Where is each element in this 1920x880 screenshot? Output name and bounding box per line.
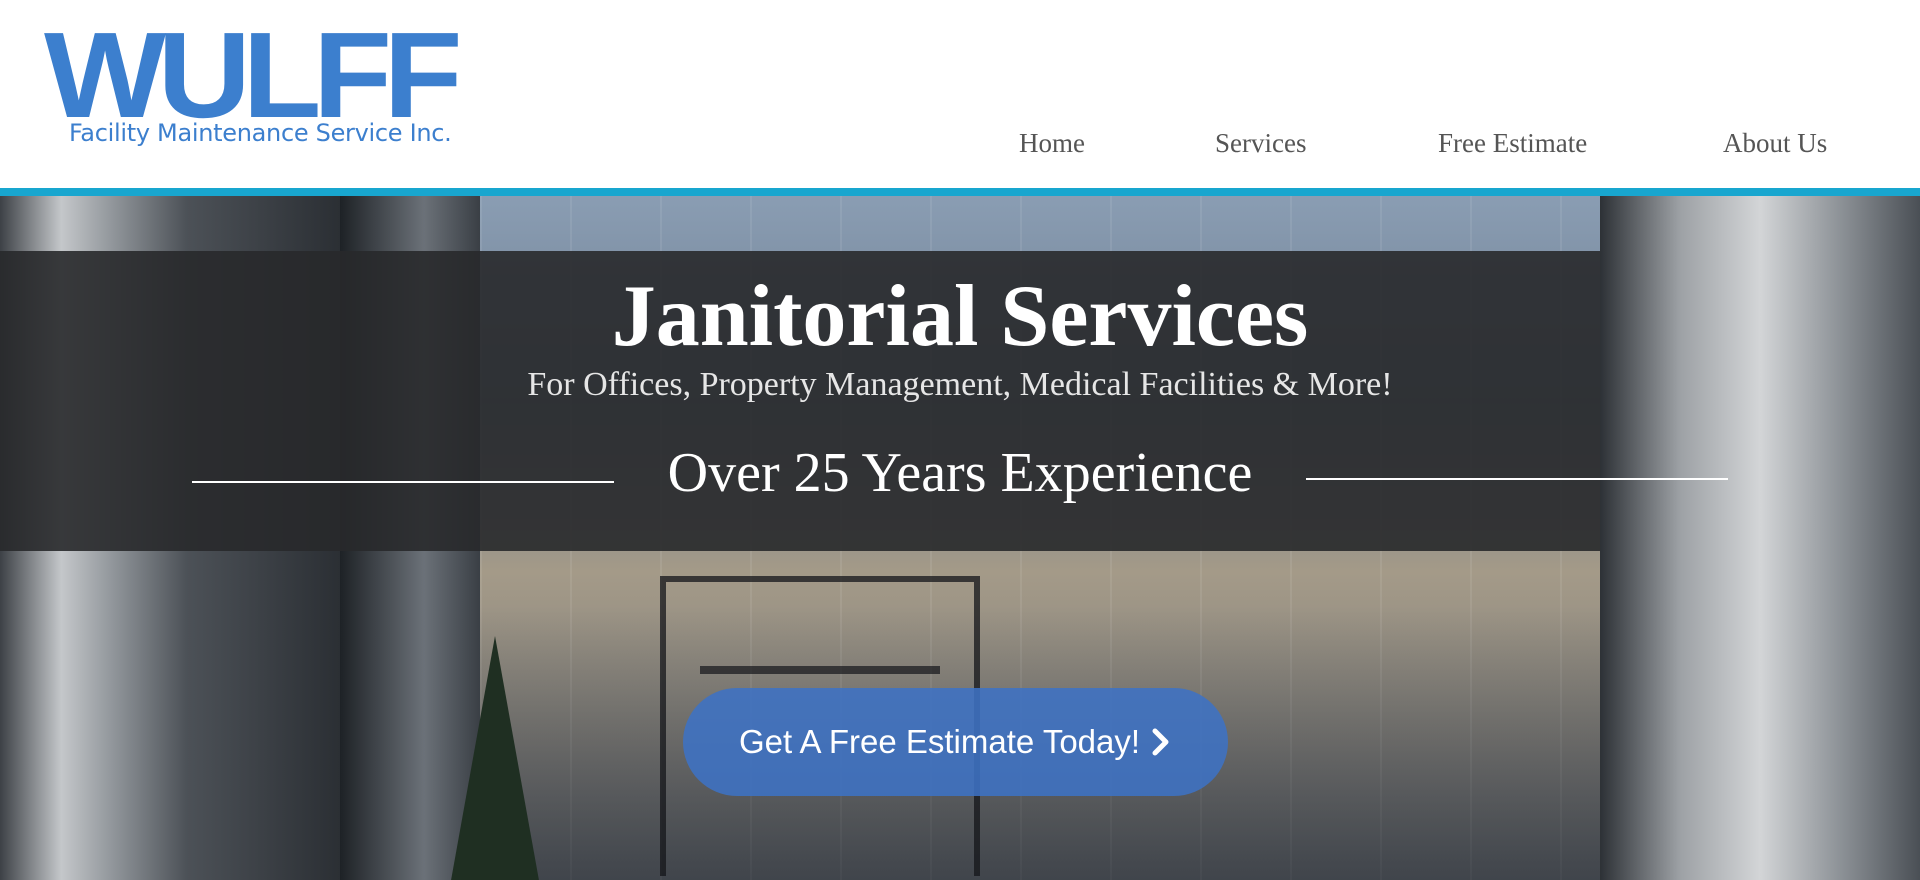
logo-wordmark: WULFF	[44, 7, 463, 143]
hero-section: Janitorial Services For Offices, Propert…	[0, 196, 1920, 880]
hero-experience: Over 25 Years Experience	[667, 442, 1253, 504]
hero-background-tree	[450, 636, 540, 880]
free-estimate-cta-button[interactable]: Get A Free Estimate Today!	[683, 688, 1228, 796]
chevron-right-icon	[1152, 728, 1169, 756]
header-divider	[0, 188, 1920, 196]
main-nav: Home Services Free Estimate About Us	[0, 128, 1920, 168]
hero-subtitle: For Offices, Property Management, Medica…	[527, 366, 1393, 403]
nav-about-us[interactable]: About Us	[1723, 128, 1827, 159]
cta-label: Get A Free Estimate Today!	[738, 723, 1141, 760]
nav-services[interactable]: Services	[1215, 128, 1306, 159]
site-header: WULFF Facility Maintenance Service Inc. …	[0, 0, 1920, 188]
nav-home[interactable]: Home	[1019, 128, 1085, 159]
experience-rule-right	[1306, 478, 1728, 480]
hero-background-lift-rail	[700, 666, 940, 674]
hero-title: Janitorial Services	[611, 268, 1309, 365]
nav-free-estimate[interactable]: Free Estimate	[1438, 128, 1587, 159]
